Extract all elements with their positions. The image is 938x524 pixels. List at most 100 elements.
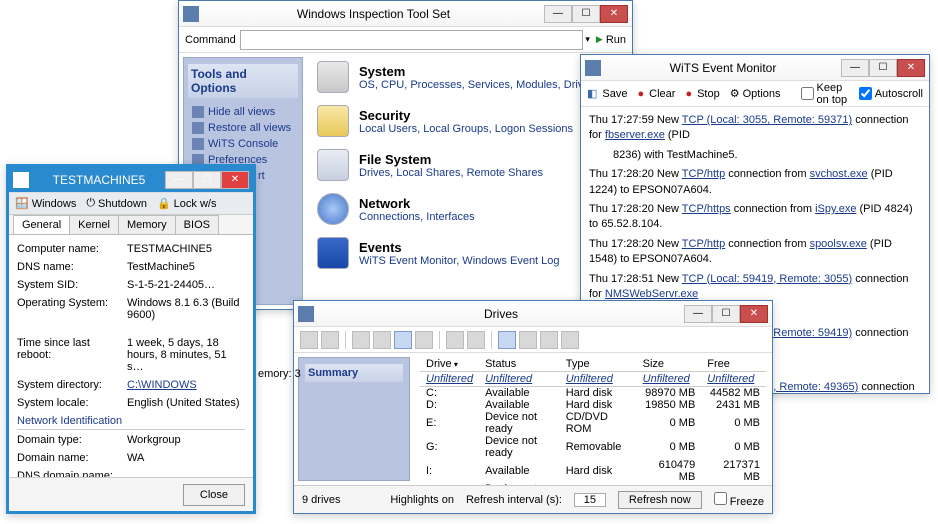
minimize-button[interactable] xyxy=(165,171,193,189)
view-icon[interactable] xyxy=(540,331,558,349)
tab-kernel[interactable]: Kernel xyxy=(69,215,119,234)
table-row[interactable]: G:Device not readyRemovable0 MB0 MB xyxy=(420,435,766,459)
category-name[interactable]: Events xyxy=(359,240,560,255)
category-name[interactable]: System xyxy=(359,64,599,79)
property-value[interactable]: C:\WINDOWS xyxy=(127,379,245,391)
column-header[interactable]: Status xyxy=(479,357,560,372)
event-link[interactable]: TCP/http xyxy=(682,168,725,180)
maximize-button[interactable] xyxy=(572,5,600,23)
run-button[interactable]: Run xyxy=(596,34,626,46)
table-row[interactable]: D:AvailableHard disk19850 MB2431 MB xyxy=(420,399,766,411)
category-name[interactable]: Security xyxy=(359,108,573,123)
drives-window: Drives Summary DriveStatusTypeSizeFreeUn… xyxy=(293,300,773,514)
shutdown-menu[interactable]: ⏻ Shutdown xyxy=(86,197,147,210)
table-row[interactable]: I:AvailableHard disk610479 MB217371 MB xyxy=(420,459,766,483)
sidebar-item[interactable]: Hide all views xyxy=(188,104,298,120)
tab-general[interactable]: General xyxy=(13,215,70,234)
event-link[interactable]: TCP/https xyxy=(682,203,731,215)
refresh-interval-input[interactable] xyxy=(574,493,606,507)
save-icon[interactable] xyxy=(352,331,370,349)
tool-icon[interactable] xyxy=(300,331,318,349)
category-sub[interactable]: WiTS Event Monitor, Windows Event Log xyxy=(359,255,560,267)
clear-button[interactable]: Clear xyxy=(637,88,675,100)
save-button[interactable]: Save xyxy=(587,87,627,100)
column-header[interactable]: Size xyxy=(637,357,702,372)
category-sub[interactable]: OS, CPU, Processes, Services, Modules, D… xyxy=(359,79,599,91)
event-link[interactable]: TCP (Local: 59419, Remote: 3055) xyxy=(682,273,852,285)
tool-icon[interactable] xyxy=(467,331,485,349)
process-link[interactable]: svchost.exe xyxy=(810,168,868,180)
property-row: Computer name:TESTMACHINE5 xyxy=(17,243,245,255)
maximize-button[interactable] xyxy=(869,59,897,77)
table-row[interactable]: C:AvailableHard disk98970 MB44582 MB xyxy=(420,387,766,400)
maximize-button[interactable] xyxy=(193,171,221,189)
testm-app-icon xyxy=(13,172,29,188)
evtmon-app-icon xyxy=(585,60,601,76)
tool-icon[interactable] xyxy=(321,331,339,349)
autoscroll-checkbox[interactable]: Autoscroll xyxy=(859,87,923,100)
view-icon[interactable] xyxy=(519,331,537,349)
category-name[interactable]: Network xyxy=(359,196,475,211)
event-row-sub: 8236) with TestMachine5. xyxy=(589,146,921,165)
sidebar-item[interactable]: WiTS Console xyxy=(188,136,298,152)
column-filter[interactable]: Unfiltered xyxy=(560,372,637,387)
close-button[interactable] xyxy=(600,5,628,23)
close-button[interactable]: Close xyxy=(183,484,245,506)
options-button[interactable]: ⚙ Options xyxy=(730,87,781,100)
category-sub[interactable]: Local Users, Local Groups, Logon Session… xyxy=(359,123,573,135)
hidden-fragment: rt xyxy=(258,170,265,182)
column-filter[interactable]: Unfiltered xyxy=(479,372,560,387)
category-sub[interactable]: Drives, Local Shares, Remote Shares xyxy=(359,167,543,179)
process-link[interactable]: iSpy.exe xyxy=(815,203,856,215)
command-input[interactable] xyxy=(240,30,584,50)
tool-icon[interactable] xyxy=(446,331,464,349)
category-icon xyxy=(317,193,349,225)
table-row[interactable]: E:Device not readyCD/DVD ROM0 MB0 MB xyxy=(420,411,766,435)
column-filter[interactable]: Unfiltered xyxy=(701,372,766,387)
minimize-button[interactable] xyxy=(841,59,869,77)
category-name[interactable]: File System xyxy=(359,152,543,167)
category-sub[interactable]: Connections, Interfaces xyxy=(359,211,475,223)
testm-props: Computer name:TESTMACHINE5DNS name:TestM… xyxy=(9,235,253,514)
sidebar-item-icon xyxy=(192,122,204,134)
category-row: EventsWiTS Event Monitor, Windows Event … xyxy=(317,237,622,269)
event-link[interactable]: TCP/http xyxy=(682,238,725,250)
view-icon[interactable] xyxy=(561,331,579,349)
column-header[interactable]: Free xyxy=(701,357,766,372)
maximize-button[interactable] xyxy=(712,305,740,323)
view-icon[interactable] xyxy=(498,331,516,349)
category-row: File SystemDrives, Local Shares, Remote … xyxy=(317,149,622,181)
minimize-button[interactable] xyxy=(544,5,572,23)
process-link[interactable]: spoolsv.exe xyxy=(810,238,867,250)
sidebar-item[interactable]: Restore all views xyxy=(188,120,298,136)
close-button[interactable]: ✕ xyxy=(221,171,249,189)
column-header[interactable]: Drive xyxy=(420,357,479,372)
column-filter[interactable]: Unfiltered xyxy=(420,372,479,387)
windows-menu[interactable]: 🪟 Windows xyxy=(15,197,76,210)
dropdown-icon[interactable]: ▾ xyxy=(585,34,590,45)
process-link[interactable]: fbserver.exe xyxy=(605,129,665,141)
summary-section[interactable]: Summary xyxy=(305,364,403,382)
tool-icon[interactable] xyxy=(415,331,433,349)
sidebar-item-icon xyxy=(192,138,204,150)
close-button[interactable] xyxy=(897,59,925,77)
minimize-button[interactable] xyxy=(684,305,712,323)
event-link[interactable]: TCP (Local: 3055, Remote: 59371) xyxy=(682,114,852,126)
sidebar-item-label: WiTS Console xyxy=(208,138,278,150)
tab-memory[interactable]: Memory xyxy=(118,215,176,234)
property-row: System locale:English (United States) xyxy=(17,397,245,409)
filter-icon[interactable] xyxy=(394,331,412,349)
keep-on-top-checkbox[interactable]: Keep on top xyxy=(801,82,849,106)
column-filter[interactable]: Unfiltered xyxy=(637,372,702,387)
export-icon[interactable] xyxy=(373,331,391,349)
process-link[interactable]: NMSWebServr.exe xyxy=(605,288,698,300)
close-button[interactable] xyxy=(740,305,768,323)
property-label: System locale: xyxy=(17,397,127,409)
refresh-interval-label: Refresh interval (s): xyxy=(466,494,562,506)
freeze-checkbox[interactable]: Freeze xyxy=(714,492,764,508)
tab-bios[interactable]: BIOS xyxy=(175,215,219,234)
lock-menu[interactable]: 🔒 Lock w/s xyxy=(157,197,217,210)
stop-button[interactable]: Stop xyxy=(685,88,719,100)
column-header[interactable]: Type xyxy=(560,357,637,372)
refresh-now-button[interactable]: Refresh now xyxy=(618,491,702,509)
